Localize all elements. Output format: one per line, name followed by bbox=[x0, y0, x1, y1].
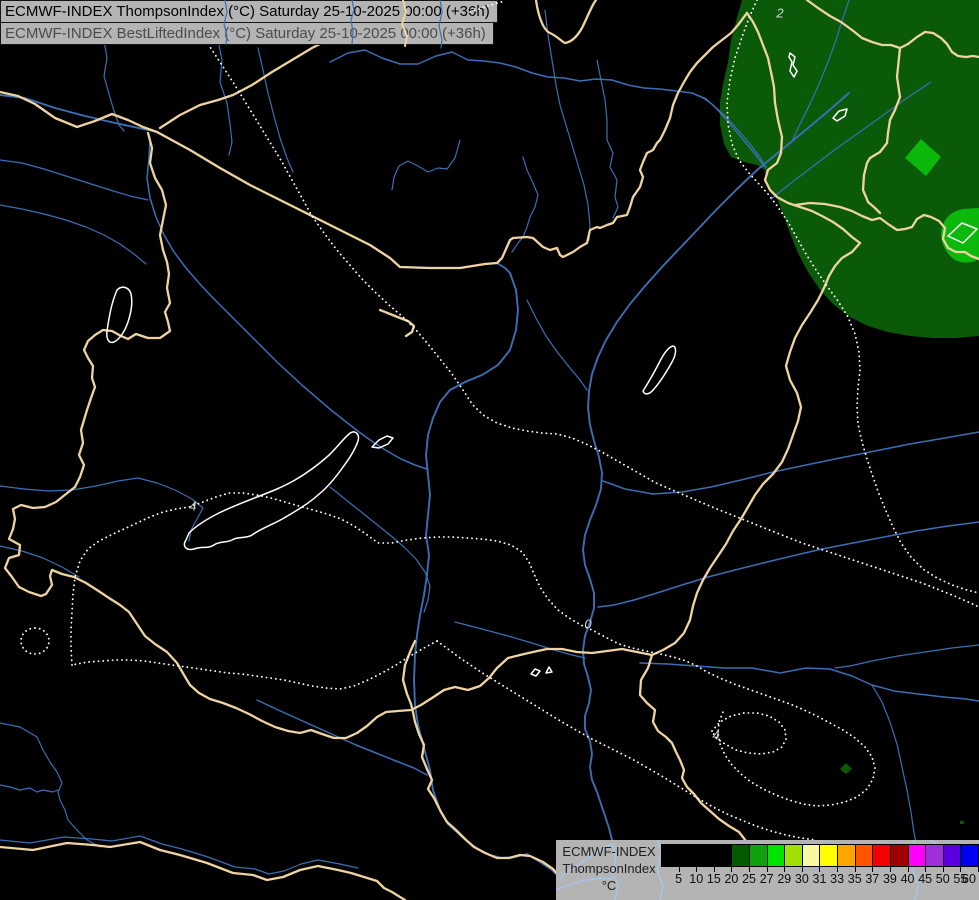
legend-swatch bbox=[837, 844, 856, 867]
legend-swatch bbox=[907, 844, 927, 867]
green-region-layer bbox=[720, 0, 979, 824]
legend-swatch bbox=[819, 844, 839, 867]
legend-swatch bbox=[661, 844, 680, 867]
lake-tisza-outline bbox=[642, 345, 677, 395]
legend-bin-value: 45 bbox=[918, 872, 933, 886]
legend-bin-value: 30 bbox=[794, 872, 809, 886]
weather-map-screen: 2404 ECMWF-INDEX ThompsonIndex (°C) Satu… bbox=[0, 0, 979, 900]
map-canvas[interactable] bbox=[0, 0, 979, 900]
legend-bin-value: 40 bbox=[900, 872, 915, 886]
legend-bin-value: 15 bbox=[706, 872, 721, 886]
legend-swatch bbox=[854, 844, 874, 867]
lake-balaton-outline bbox=[183, 431, 360, 551]
contour-value-label: 4 bbox=[712, 727, 720, 743]
legend-swatch bbox=[696, 844, 715, 867]
legend-bin-value: 5 bbox=[675, 872, 683, 886]
legend-bin-value: 39 bbox=[882, 872, 897, 886]
color-legend: ECMWF-INDEX ThompsonIndex °C 5 10 15 20 25 27… bbox=[556, 840, 979, 900]
legend-bin-value: 10 bbox=[689, 872, 704, 886]
legend-title: ECMWF-INDEX ThompsonIndex °C bbox=[556, 843, 662, 894]
small-green-speck bbox=[960, 821, 964, 824]
legend-bin-value: 20 bbox=[724, 872, 739, 886]
map-title: ECMWF-INDEX ThompsonIndex (°C) Saturday … bbox=[0, 0, 498, 23]
legend-bin-value: 31 bbox=[812, 872, 827, 886]
map-subtitle: ECMWF-INDEX BestLiftedIndex (°C) Saturda… bbox=[0, 22, 494, 45]
legend-swatch bbox=[713, 844, 733, 867]
legend-swatch bbox=[960, 844, 979, 867]
contour-value-label: 4 bbox=[189, 498, 197, 514]
legend-title-line2: ThompsonIndex bbox=[562, 861, 656, 876]
legend-swatch bbox=[749, 844, 768, 867]
legend-swatch bbox=[784, 844, 803, 867]
legend-swatch bbox=[731, 844, 751, 867]
legend-title-line3: °C bbox=[601, 878, 617, 893]
legend-swatch bbox=[889, 844, 909, 867]
small-green-diamond bbox=[840, 763, 852, 774]
legend-bin-value: 37 bbox=[865, 872, 880, 886]
legend-bin-value: 60 bbox=[962, 872, 976, 886]
legend-swatch bbox=[678, 844, 698, 867]
legend-swatch bbox=[925, 844, 944, 867]
contour-value-label: 2 bbox=[776, 5, 784, 21]
legend-bin-value: 25 bbox=[742, 872, 756, 886]
legend-bin-value: 27 bbox=[759, 872, 774, 886]
legend-swatch bbox=[766, 844, 786, 867]
legend-swatch bbox=[942, 844, 962, 867]
legend-bin-value: 35 bbox=[847, 872, 862, 886]
legend-bin-value: 50 bbox=[935, 872, 950, 886]
legend-bin-value: 33 bbox=[830, 872, 845, 886]
legend-swatch bbox=[801, 844, 821, 867]
contour-value-label: 0 bbox=[584, 616, 592, 632]
legend-bin-value: 29 bbox=[777, 872, 792, 886]
lake-velence-outline bbox=[371, 435, 394, 449]
legend-swatch bbox=[872, 844, 891, 867]
legend-title-line1: ECMWF-INDEX bbox=[562, 844, 656, 859]
